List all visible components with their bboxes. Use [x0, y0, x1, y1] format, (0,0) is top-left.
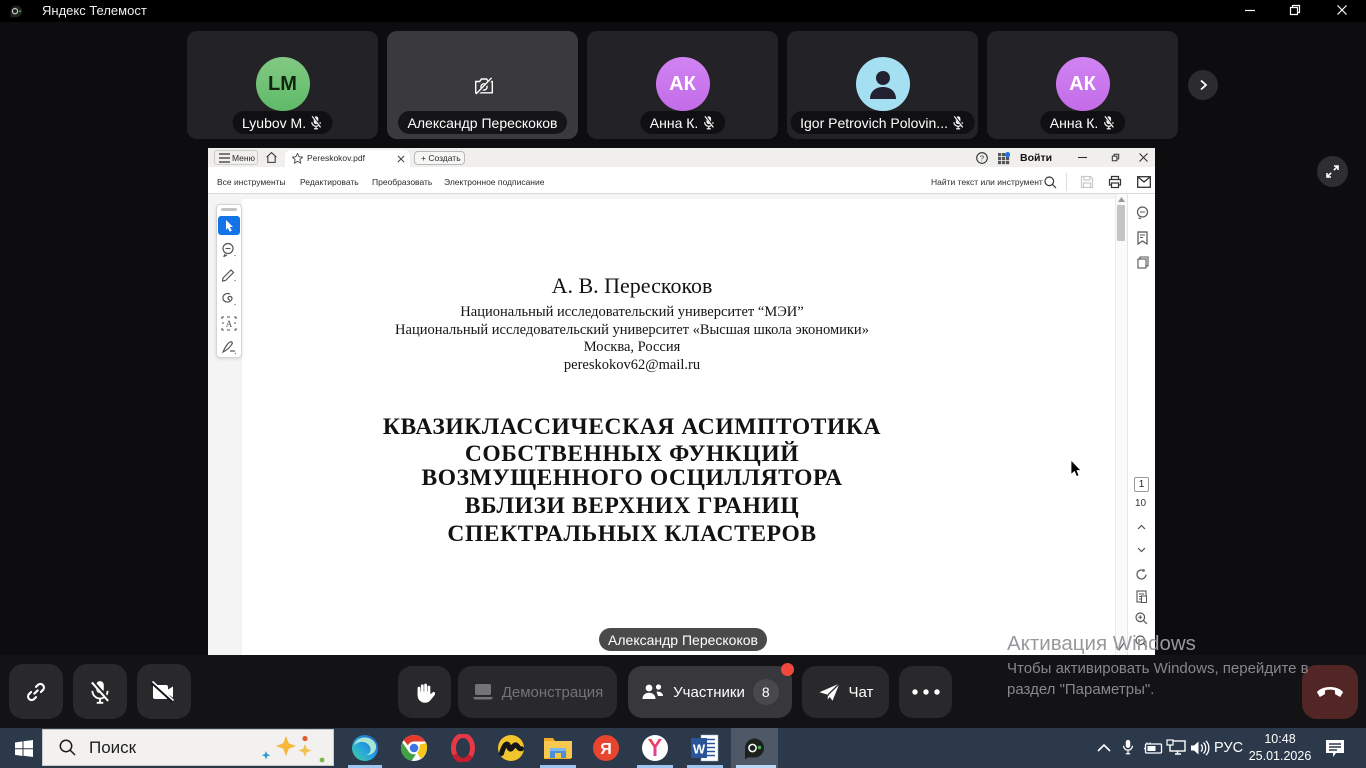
- svg-text:W: W: [693, 742, 706, 757]
- svg-text:?: ?: [980, 153, 984, 162]
- svg-text:Я: Я: [600, 741, 612, 758]
- svg-text:A: A: [226, 319, 233, 329]
